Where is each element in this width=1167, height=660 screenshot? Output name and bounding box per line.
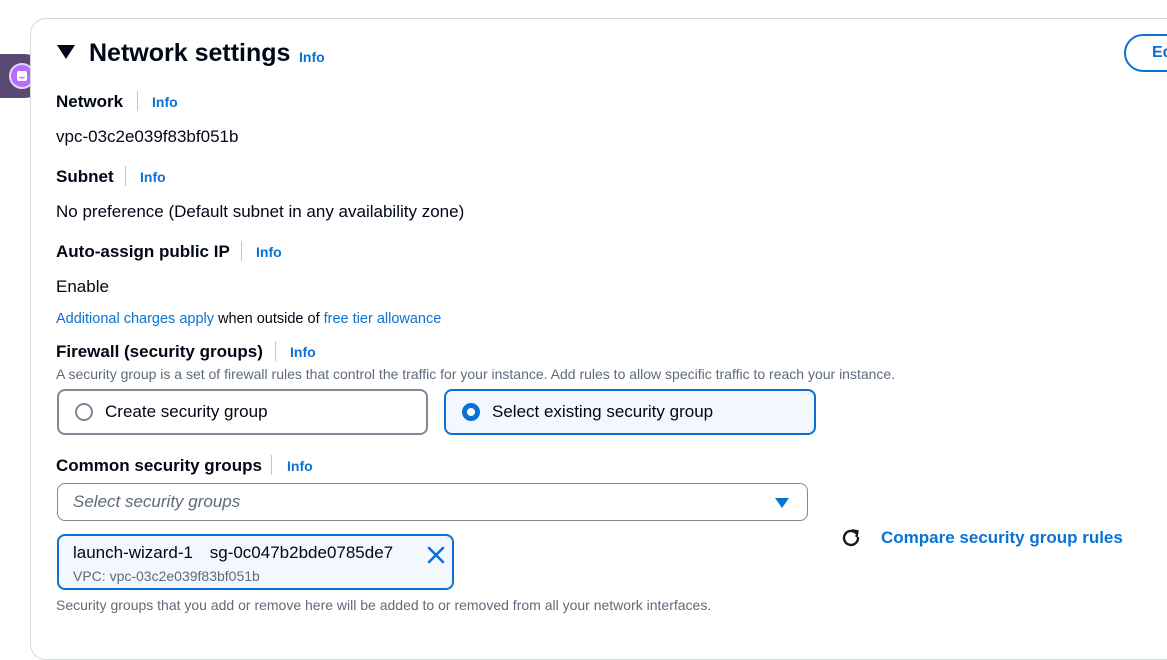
divider xyxy=(125,166,126,186)
compare-rules-link[interactable]: Compare security group rules xyxy=(881,528,1123,548)
token-id: sg-0c047b2bde0785de7 xyxy=(209,543,394,562)
section-title: Network settings xyxy=(89,39,291,67)
public-ip-info-link[interactable]: Info xyxy=(256,244,282,260)
divider xyxy=(271,455,272,475)
select-placeholder: Select security groups xyxy=(73,492,241,511)
subnet-label: Subnet xyxy=(56,167,114,186)
create-security-group-label: Create security group xyxy=(105,402,268,421)
firewall-info-link[interactable]: Info xyxy=(290,344,316,360)
caret-down-icon[interactable] xyxy=(57,45,75,59)
refresh-icon[interactable] xyxy=(840,527,862,554)
divider xyxy=(137,91,138,111)
firewall-label: Firewall (security groups) xyxy=(56,342,263,361)
security-group-token: launch-wizard-1 sg-0c047b2bde0785de7 VPC… xyxy=(57,534,454,590)
close-icon[interactable] xyxy=(426,545,446,570)
public-ip-label: Auto-assign public IP xyxy=(56,242,230,261)
section-info-link[interactable]: Info xyxy=(299,49,325,65)
subnet-value: No preference (Default subnet in any ava… xyxy=(56,202,465,221)
network-label: Network xyxy=(56,92,124,111)
divider xyxy=(241,241,242,261)
token-name: launch-wizard-1 xyxy=(73,543,193,562)
token-title: launch-wizard-1 sg-0c047b2bde0785de7 xyxy=(73,543,393,563)
select-existing-security-group-label: Select existing security group xyxy=(492,402,714,421)
public-ip-value: Enable xyxy=(56,277,109,296)
subnet-info-link[interactable]: Info xyxy=(140,169,166,185)
charges-note: Additional charges apply when outside of… xyxy=(56,311,441,327)
radio-icon[interactable] xyxy=(75,403,93,421)
firewall-description: A security group is a set of firewall ru… xyxy=(56,366,896,382)
dropdown-caret-icon[interactable] xyxy=(775,498,789,508)
divider xyxy=(275,341,276,361)
network-value: vpc-03c2e039f83bf051b xyxy=(56,127,239,146)
common-groups-info-link[interactable]: Info xyxy=(287,458,313,474)
radio-selected-icon[interactable] xyxy=(462,403,480,421)
select-existing-security-group-option[interactable]: Select existing security group xyxy=(444,389,816,435)
network-info-link[interactable]: Info xyxy=(152,94,178,110)
edit-button[interactable]: Ed xyxy=(1124,34,1167,72)
common-groups-label: Common security groups xyxy=(56,456,262,475)
free-tier-link[interactable]: free tier allowance xyxy=(324,311,442,327)
create-security-group-option[interactable]: Create security group xyxy=(57,389,428,435)
security-groups-footer-note: Security groups that you add or remove h… xyxy=(56,597,712,613)
charges-note-text: when outside of xyxy=(214,311,324,327)
additional-charges-link[interactable]: Additional charges apply xyxy=(56,311,214,327)
token-vpc: VPC: vpc-03c2e039f83bf051b xyxy=(73,568,260,584)
security-groups-select[interactable]: Select security groups xyxy=(57,483,808,521)
